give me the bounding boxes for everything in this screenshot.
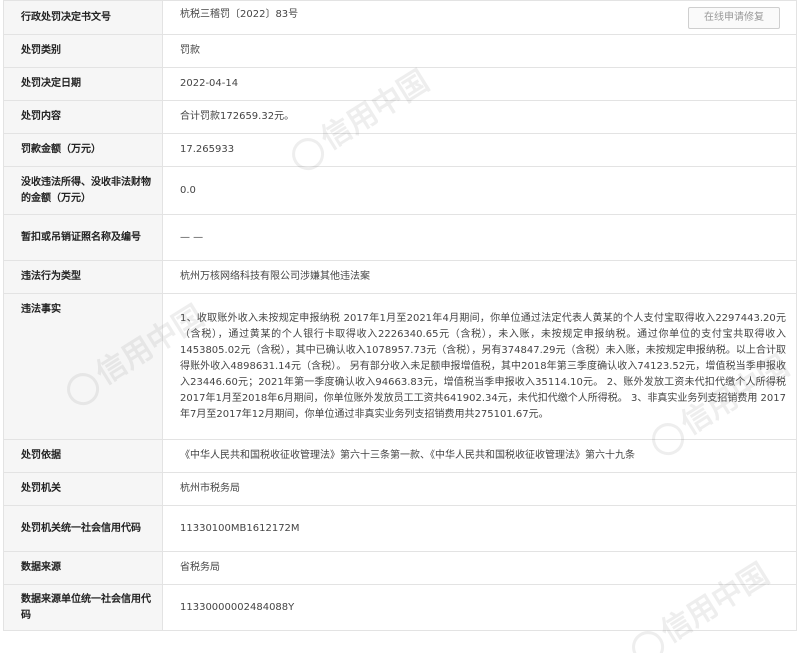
- label-authority: 处罚机关: [3, 472, 163, 506]
- value-doc-number-cell: 杭税三稽罚〔2022〕83号 在线申请修复: [162, 0, 797, 35]
- value-violation-facts: 1、收取账外收入未按规定申报纳税 2017年1月至2021年4月期间，你单位通过…: [162, 293, 797, 440]
- label-license: 暂扣或吊销证照名称及编号: [3, 214, 163, 261]
- label-confiscated: 没收违法所得、没收非法财物的金额（万元）: [3, 166, 163, 215]
- penalty-info-table: 行政处罚决定书文号 杭税三稽罚〔2022〕83号 在线申请修复 处罚类别 罚款 …: [3, 0, 797, 631]
- row-doc-number: 行政处罚决定书文号 杭税三稽罚〔2022〕83号 在线申请修复: [3, 0, 797, 35]
- label-source: 数据来源: [3, 551, 163, 585]
- value-penalty-type: 罚款: [162, 34, 797, 68]
- label-authority-code: 处罚机关统一社会信用代码: [3, 505, 163, 552]
- value-source-code: 11330000002484088Y: [162, 584, 797, 631]
- label-violation-type: 违法行为类型: [3, 260, 163, 294]
- value-decision-date: 2022-04-14: [162, 67, 797, 101]
- label-content: 处罚内容: [3, 100, 163, 134]
- penalty-record-page: 行政处罚决定书文号 杭税三稽罚〔2022〕83号 在线申请修复 处罚类别 罚款 …: [0, 0, 800, 653]
- row-license: 暂扣或吊销证照名称及编号 — —: [3, 214, 797, 261]
- value-doc-number: 杭税三稽罚〔2022〕83号: [180, 8, 299, 20]
- label-basis: 处罚依据: [3, 439, 163, 473]
- online-repair-button[interactable]: 在线申请修复: [688, 6, 780, 29]
- row-fine-amount: 罚款金额（万元） 17.265933: [3, 133, 797, 167]
- label-source-code: 数据来源单位统一社会信用代码: [3, 584, 163, 631]
- row-confiscated: 没收违法所得、没收非法财物的金额（万元） 0.0: [3, 166, 797, 215]
- label-violation-facts: 违法事实: [3, 293, 163, 440]
- value-authority-code: 11330100MB1612172M: [162, 505, 797, 552]
- label-decision-date: 处罚决定日期: [3, 67, 163, 101]
- row-authority-code: 处罚机关统一社会信用代码 11330100MB1612172M: [3, 505, 797, 552]
- row-basis: 处罚依据 《中华人民共和国税收征收管理法》第六十三条第一款、《中华人民共和国税收…: [3, 439, 797, 473]
- value-content: 合计罚款172659.32元。: [162, 100, 797, 134]
- row-violation-facts: 违法事实 1、收取账外收入未按规定申报纳税 2017年1月至2021年4月期间，…: [3, 293, 797, 440]
- row-violation-type: 违法行为类型 杭州万核网络科技有限公司涉嫌其他违法案: [3, 260, 797, 294]
- label-penalty-type: 处罚类别: [3, 34, 163, 68]
- value-fine-amount: 17.265933: [162, 133, 797, 167]
- value-license: — —: [162, 214, 797, 261]
- value-basis: 《中华人民共和国税收征收管理法》第六十三条第一款、《中华人民共和国税收征收管理法…: [162, 439, 797, 473]
- row-penalty-type: 处罚类别 罚款: [3, 34, 797, 68]
- row-content: 处罚内容 合计罚款172659.32元。: [3, 100, 797, 134]
- value-source: 省税务局: [162, 551, 797, 585]
- value-violation-type: 杭州万核网络科技有限公司涉嫌其他违法案: [162, 260, 797, 294]
- row-source-code: 数据来源单位统一社会信用代码 11330000002484088Y: [3, 584, 797, 631]
- label-fine-amount: 罚款金额（万元）: [3, 133, 163, 167]
- value-authority: 杭州市税务局: [162, 472, 797, 506]
- value-confiscated: 0.0: [162, 166, 797, 215]
- row-source: 数据来源 省税务局: [3, 551, 797, 585]
- row-decision-date: 处罚决定日期 2022-04-14: [3, 67, 797, 101]
- label-doc-number: 行政处罚决定书文号: [3, 0, 163, 35]
- row-authority: 处罚机关 杭州市税务局: [3, 472, 797, 506]
